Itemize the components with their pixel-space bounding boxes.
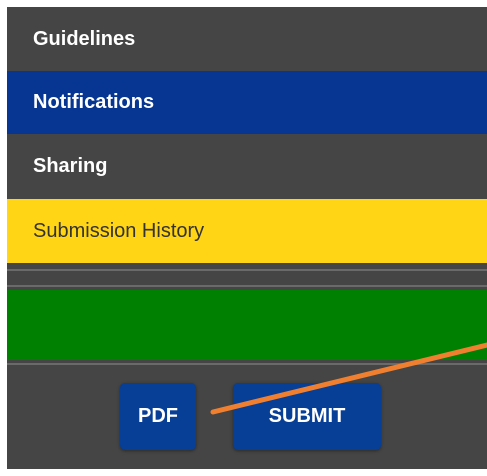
menu-item-label: Notifications (33, 91, 155, 113)
pdf-button[interactable]: PDF (120, 383, 196, 450)
menu-item-notifications[interactable]: Notifications (7, 71, 487, 134)
side-panel: Guidelines Notifications Sharing Submiss… (7, 7, 487, 469)
menu-item-sharing[interactable]: Sharing (7, 134, 487, 198)
status-bar (7, 290, 487, 360)
menu-item-label: Submission History (33, 219, 205, 242)
submit-button[interactable]: SUBMIT (233, 383, 381, 450)
menu-item-guidelines[interactable]: Guidelines (7, 7, 487, 71)
divider (7, 269, 487, 271)
menu-item-label: Guidelines (33, 27, 136, 50)
divider (7, 363, 487, 365)
divider (7, 285, 487, 287)
menu-item-submission-history[interactable]: Submission History (7, 199, 487, 263)
menu-item-label: Sharing (33, 154, 108, 177)
